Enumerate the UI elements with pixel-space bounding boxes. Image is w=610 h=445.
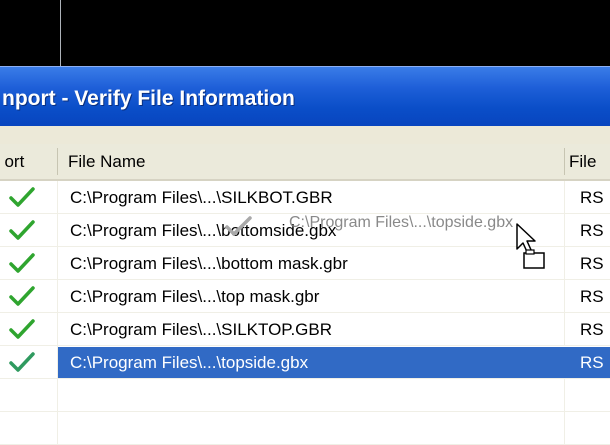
file-name-cell: C:\Program Files\...\SILKBOT.GBR [70,188,333,207]
checkmark-icon[interactable] [9,318,35,340]
table-row-selected[interactable]: C:\Program Files\...\topside.gbx RS [0,346,610,379]
drag-ghost-checkmark-icon [225,216,252,236]
file-format-cell: RS [580,287,604,306]
empty-row [0,412,610,445]
file-format-cell: RS [580,320,604,339]
checkmark-icon[interactable] [9,285,35,307]
checkmark-icon[interactable] [9,252,35,274]
column-header-format[interactable]: File [569,144,610,179]
column-separator[interactable] [564,148,565,175]
file-name-cell: C:\Program Files\...\SILKTOP.GBR [70,320,333,339]
file-name-cell: C:\Program Files\...\bottom mask.gbr [70,254,348,273]
background-window-strip [0,0,610,66]
list-header: port File Name File [0,144,610,181]
checkmark-icon[interactable] [9,351,35,373]
checkmark-icon[interactable] [9,186,35,208]
column-header-import[interactable]: port [5,144,55,179]
dialog-client-top [0,126,610,144]
drag-ghost-text: C:\Program Files\...\topside.gbx [289,214,514,231]
column-header-file-name[interactable]: File Name [68,144,548,179]
file-format-cell: RS [580,254,604,273]
file-name-cell: C:\Program Files\...\topside.gbx [70,353,309,372]
dialog-title: nport - Verify File Information [2,87,295,110]
drag-copy-cursor-icon [516,223,545,269]
file-format-cell: RS [580,188,604,207]
table-row[interactable]: C:\Program Files\...\SILKBOT.GBR RS [0,181,610,214]
file-list-view[interactable]: port File Name File C:\Program Files\...… [0,144,610,445]
dialog-title-bar[interactable]: nport - Verify File Information [0,66,610,126]
background-divider [60,0,61,66]
checkmark-icon[interactable] [9,219,35,241]
empty-row [0,379,610,412]
file-format-cell: RS [580,353,604,372]
file-format-cell: RS [580,221,604,240]
table-row[interactable]: C:\Program Files\...\SILKTOP.GBR RS [0,313,610,346]
column-header-import-label: port [5,152,25,171]
file-name-cell: C:\Program Files\...\top mask.gbr [70,287,320,306]
column-separator[interactable] [57,148,58,175]
table-row[interactable]: C:\Program Files\...\top mask.gbr RS [0,280,610,313]
